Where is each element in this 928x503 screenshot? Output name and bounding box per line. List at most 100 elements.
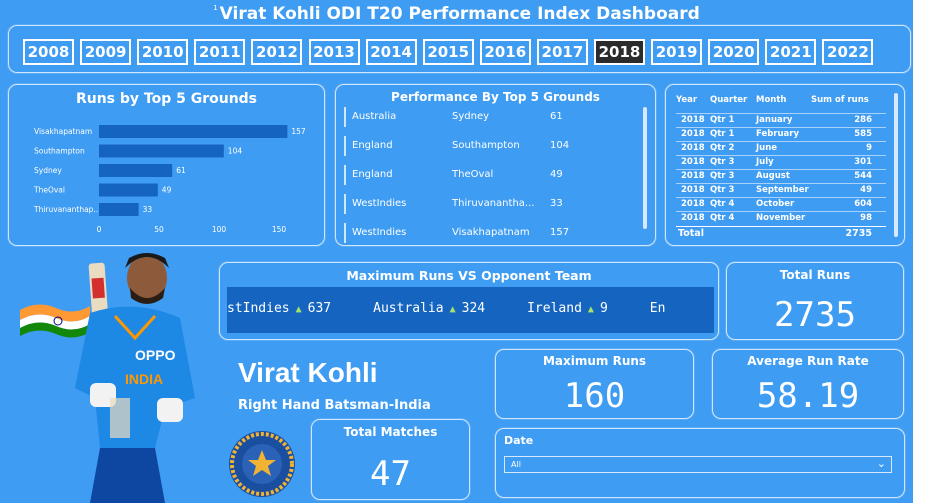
table-year-cell: 2018 [681, 213, 705, 223]
table-row [676, 113, 886, 114]
x-tick-label: 50 [154, 225, 164, 234]
year-button-2018[interactable]: 2018 [594, 39, 645, 65]
table-scrollbar[interactable] [894, 93, 898, 237]
opponent-ticker-panel: Maximum Runs VS Opponent Team stIndies ▲ 6… [219, 262, 719, 340]
year-button-2022[interactable]: 2022 [822, 39, 874, 65]
maximum-runs-value: 160 [563, 376, 626, 416]
total-matches-value: 47 [370, 454, 411, 494]
table-total-value: 2735 [845, 228, 872, 239]
bar[interactable] [99, 164, 173, 177]
performance-ground-cell: Sydney [452, 111, 490, 122]
x-tick-label: 150 [272, 225, 287, 234]
performance-runs-cell: 157 [550, 227, 570, 238]
monthly-runs-table: Year Quarter Month Sum of runs 2018 Qtr 1 Jan… [665, 84, 905, 246]
dashboard-title-text: Virat Kohli ODI T20 Performance Index Da… [219, 4, 700, 24]
year-button-2009[interactable]: 2009 [80, 39, 132, 65]
table-total-label: Total [678, 228, 704, 239]
dashboard-title: 1 Virat Kohli ODI T20 Performance Index D… [0, 4, 913, 24]
total-matches-card: Total Matches 47 [311, 419, 470, 500]
table-month-cell: January [756, 115, 793, 125]
jersey-country-text: INDIA [125, 371, 163, 387]
performance-country-cell: England [352, 169, 393, 180]
ticker-item: Ireland ▲ 9 [527, 301, 608, 316]
table-year-cell: 2018 [681, 185, 705, 195]
performance-country-cell: WestIndies [352, 227, 407, 238]
table-header-quarter[interactable]: Quarter [710, 95, 747, 105]
year-button-2015[interactable]: 2015 [422, 39, 474, 65]
title-marker: 1 [213, 4, 218, 12]
glove-right [157, 398, 183, 422]
table-header-sum-of-runs[interactable]: Sum of runs [811, 95, 869, 105]
bar-value-label: 61 [176, 166, 186, 175]
bar[interactable] [99, 183, 158, 197]
bar[interactable] [99, 144, 224, 158]
table-year-cell: 2018 [681, 157, 705, 167]
ticker-value: 9 [599, 301, 608, 316]
table-year-cell: 2018 [681, 171, 705, 181]
performance-country-cell: Australia [352, 111, 397, 122]
performance-runs-cell: 104 [550, 140, 570, 151]
runs-by-grounds-chart: Visakhapatnam 157 Southampton 104 Sydney 61 Th… [33, 125, 306, 234]
bar-value-label: 33 [143, 205, 153, 214]
bar[interactable] [99, 203, 139, 216]
table-row [676, 169, 886, 170]
performance-ground-cell: Thiruvanantha... [452, 198, 535, 209]
table-row [676, 183, 886, 184]
total-runs-label: Total Runs [779, 268, 851, 282]
table-month-cell: November [756, 213, 806, 223]
table-row [676, 127, 886, 128]
year-button-2010[interactable]: 2010 [137, 39, 189, 65]
table-header-month[interactable]: Month [756, 95, 786, 105]
up-arrow-icon: ▲ [295, 304, 302, 315]
year-button-2011[interactable]: 2011 [194, 39, 246, 65]
total-matches-label: Total Matches [343, 425, 438, 439]
year-button-2020[interactable]: 2020 [708, 39, 760, 65]
category-label: TheOval [33, 186, 65, 195]
maximum-runs-card: Maximum Runs 160 [495, 349, 694, 419]
table-month-cell: October [756, 199, 795, 209]
year-button-2017[interactable]: 2017 [536, 39, 588, 65]
ticker-item: En [650, 301, 666, 316]
table-runs-cell: 301 [854, 157, 872, 167]
ticker-team: stIndies [227, 301, 290, 316]
x-tick-label: 100 [212, 225, 227, 234]
table-month-cell: September [756, 185, 809, 195]
performance-row: WestIndies Visakhapatnam 157 [344, 223, 638, 243]
table-quarter-cell: Qtr 4 [710, 199, 735, 209]
date-dropdown-value: All [511, 460, 521, 469]
table-quarter-cell: Qtr 3 [710, 185, 735, 195]
year-button-2013[interactable]: 2013 [308, 39, 360, 65]
bcci-logo-icon [229, 431, 295, 497]
year-button-2016[interactable]: 2016 [479, 39, 531, 65]
ticker-item: Australia ▲ 324 [373, 301, 485, 316]
india-flag-icon [20, 304, 90, 338]
year-button-2012[interactable]: 2012 [251, 39, 303, 65]
year-button-2008[interactable]: 2008 [23, 39, 74, 65]
performance-runs-cell: 49 [550, 169, 563, 180]
table-header-year[interactable]: Year [676, 95, 697, 105]
performance-title: Performance By Top 5 Grounds [391, 90, 600, 104]
performance-scrollbar[interactable] [643, 107, 647, 229]
year-button-2014[interactable]: 2014 [365, 39, 417, 65]
table-year-cell: 2018 [681, 143, 705, 153]
year-button-2021[interactable]: 2021 [765, 39, 817, 65]
performance-country-cell: England [352, 140, 393, 151]
table-row [676, 155, 886, 156]
table-month-cell: August [756, 171, 790, 181]
table-month-cell: February [756, 129, 800, 139]
performance-ground-cell: Visakhapatnam [452, 227, 530, 238]
up-arrow-icon: ▲ [449, 304, 456, 315]
table-quarter-cell: Qtr 4 [710, 213, 735, 223]
year-button-2019[interactable]: 2019 [651, 39, 703, 65]
performance-row: England Southampton 104 [344, 136, 638, 156]
average-run-rate-value: 58.19 [756, 376, 860, 416]
table-runs-cell: 9 [866, 143, 872, 153]
bar[interactable] [99, 125, 288, 138]
category-label: Thiruvananthap... [33, 205, 101, 214]
ticker-team: Australia [373, 301, 444, 316]
performance-ground-cell: TheOval [452, 169, 494, 180]
opponent-ticker-text: stIndies ▲ 637 Australia ▲ 324 Ireland ▲ 9 En [227, 301, 707, 316]
date-dropdown[interactable]: All ⌄ [504, 456, 892, 473]
ticker-team: Ireland [527, 301, 582, 316]
table-month-cell: July [756, 157, 774, 167]
